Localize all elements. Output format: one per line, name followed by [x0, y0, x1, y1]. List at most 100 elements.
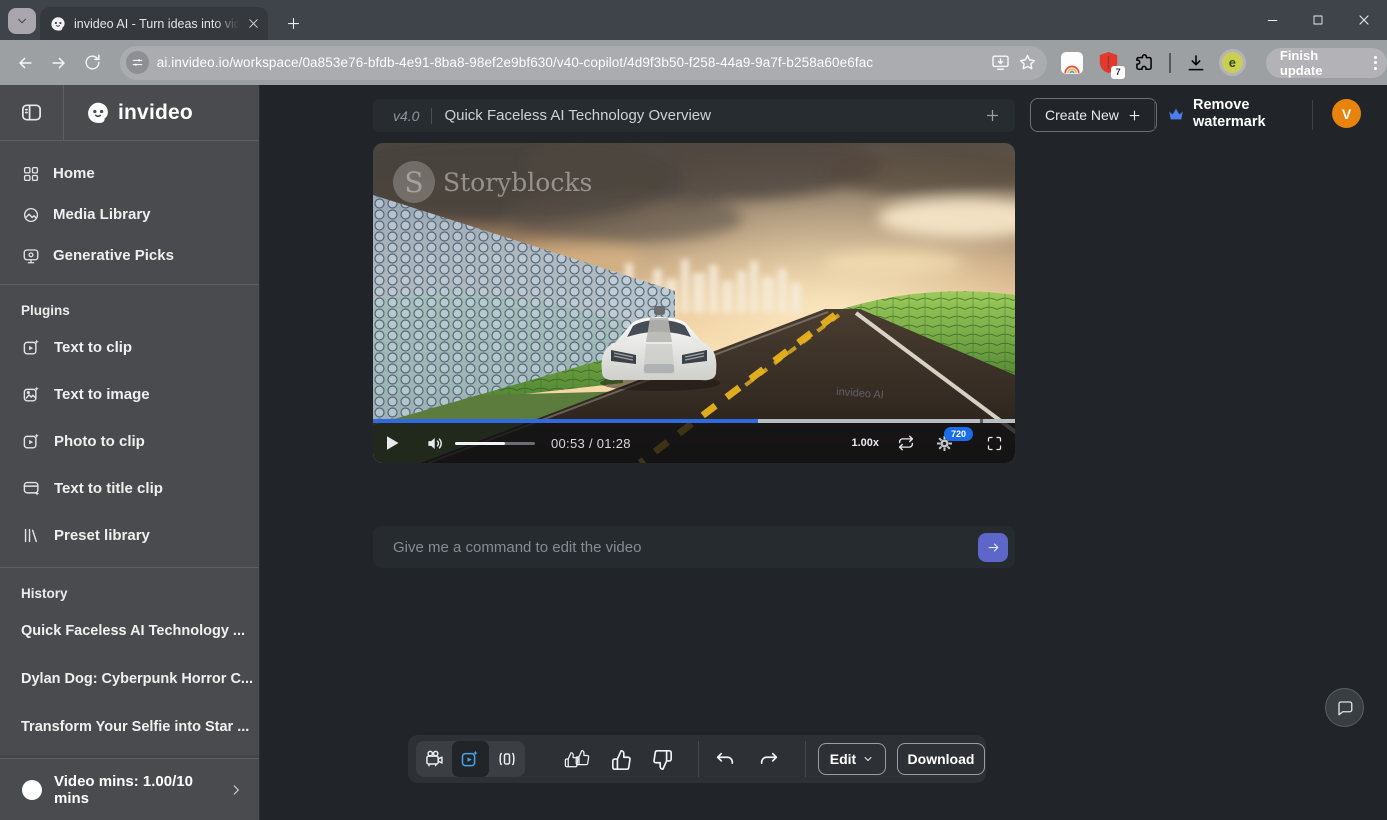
window-controls	[1249, 0, 1387, 40]
quality-settings-button[interactable]: 720	[935, 434, 954, 453]
photo-to-clip-icon	[22, 432, 41, 451]
address-bar[interactable]: ai.invideo.io/workspace/0a853e76-bfdb-4e…	[120, 46, 1048, 80]
browser-tab[interactable]: invideo AI - Turn ideas into vide	[40, 7, 268, 40]
undo-button[interactable]	[711, 746, 738, 773]
history-header: History	[0, 576, 259, 607]
new-tab-button[interactable]	[280, 10, 306, 36]
history-item[interactable]: Transform Your Selfie into Star ...	[0, 703, 259, 751]
chevron-down-icon	[15, 14, 29, 28]
install-app-icon[interactable]	[991, 53, 1010, 72]
sidebar-toggle-icon	[20, 101, 43, 124]
minimize-button[interactable]	[1249, 0, 1295, 40]
extensions-puzzle-icon[interactable]	[1131, 50, 1157, 76]
sidebar-item-home[interactable]: Home	[0, 153, 259, 194]
sidebar-divider	[0, 567, 259, 568]
support-chat-button[interactable]	[1325, 688, 1364, 727]
chevron-right-icon	[229, 783, 243, 797]
trim-mode-button[interactable]	[489, 741, 525, 777]
loop-icon[interactable]	[897, 434, 915, 452]
browser-toolbar: ai.invideo.io/workspace/0a853e76-bfdb-4e…	[0, 40, 1387, 85]
project-title-bar[interactable]: v4.0 Quick Faceless AI Technology Overvi…	[373, 99, 1015, 132]
remove-watermark-button[interactable]: Remove watermark	[1168, 97, 1266, 131]
download-button[interactable]: Download	[897, 743, 985, 775]
send-command-button[interactable]	[978, 533, 1008, 562]
play-button[interactable]	[385, 435, 400, 451]
tab-title: invideo AI - Turn ideas into vide	[74, 17, 239, 31]
adblock-shield-icon[interactable]: 7	[1095, 50, 1121, 76]
tab-close-icon[interactable]	[247, 17, 260, 30]
history-item[interactable]: Dylan Dog: Cyberpunk Horror C...	[0, 655, 259, 703]
camera-mode-button[interactable]	[416, 741, 452, 777]
redo-button[interactable]	[755, 746, 782, 773]
sidebar-item-text-to-clip[interactable]: Text to clip	[0, 324, 259, 371]
main-panel: v4.0 Quick Faceless AI Technology Overvi…	[260, 85, 1387, 820]
playback-speed-button[interactable]: 1.00x	[851, 437, 879, 449]
thumbs-up-button[interactable]	[608, 746, 635, 773]
forward-button[interactable]	[42, 46, 76, 80]
generative-picks-icon	[22, 247, 40, 265]
text-to-clip-icon	[22, 338, 41, 357]
volume-slider[interactable]	[455, 442, 535, 445]
add-title-icon[interactable]	[984, 107, 1001, 124]
invideo-favicon	[50, 16, 66, 32]
time-display: 00:53 / 01:28	[551, 436, 631, 451]
bookmark-star-icon[interactable]	[1018, 53, 1037, 72]
video-player[interactable]: S Storyblocks invideo AI	[373, 143, 1015, 463]
text-to-image-icon	[22, 385, 41, 404]
edit-button[interactable]: Edit	[818, 743, 886, 775]
reload-button[interactable]	[76, 46, 110, 80]
create-new-button[interactable]: Create New	[1030, 98, 1157, 132]
clip-mode-button-selected[interactable]	[452, 741, 488, 777]
double-thumbs-up-button[interactable]	[564, 746, 591, 773]
adblock-badge: 7	[1111, 66, 1125, 79]
sidebar-item-text-to-image[interactable]: Text to image	[0, 371, 259, 418]
command-input[interactable]	[393, 539, 978, 556]
finish-update-button[interactable]: Finish update	[1266, 48, 1387, 78]
browser-menu-icon[interactable]	[1370, 56, 1381, 70]
preset-library-icon	[22, 526, 41, 545]
quality-badge: 720	[944, 427, 973, 441]
invideo-logo[interactable]: invideo	[64, 101, 193, 125]
action-bar: Edit Download	[408, 735, 986, 783]
maximize-button[interactable]	[1295, 0, 1341, 40]
history-item[interactable]: Quick Faceless AI Technology ...	[0, 607, 259, 655]
version-label: v4.0	[393, 108, 419, 124]
project-title: Quick Faceless AI Technology Overview	[444, 107, 972, 124]
sidebar-collapse-button[interactable]	[0, 85, 64, 140]
undo-icon	[714, 749, 736, 771]
close-window-button[interactable]	[1341, 0, 1387, 40]
fullscreen-icon[interactable]	[986, 435, 1003, 452]
sidebar-item-media-library[interactable]: Media Library	[0, 194, 259, 235]
trim-icon	[497, 749, 517, 769]
redo-icon	[758, 749, 780, 771]
downloads-icon[interactable]	[1183, 50, 1209, 76]
mins-progress-circle	[22, 780, 42, 800]
chat-bubble-icon	[1336, 699, 1354, 717]
back-button[interactable]	[8, 46, 42, 80]
tab-strip: invideo AI - Turn ideas into vide	[0, 0, 1387, 40]
url-text: ai.invideo.io/workspace/0a853e76-bfdb-4e…	[157, 55, 984, 70]
video-progress-bar[interactable]	[373, 419, 1015, 423]
video-mins-button[interactable]: Video mins: 1.00/10 mins	[0, 758, 259, 820]
sidebar: invideo Home Media Library Generative Pi…	[0, 85, 260, 820]
tab-search-button[interactable]	[8, 8, 36, 34]
browser-profile-avatar[interactable]: e	[1219, 49, 1246, 76]
extensions-cluster: 7 e Finish update	[1059, 48, 1387, 78]
progress-marker	[980, 419, 983, 423]
weather-extension-icon[interactable]	[1059, 50, 1085, 76]
sidebar-item-preset-library[interactable]: Preset library	[0, 512, 259, 559]
account-avatar[interactable]: V	[1332, 99, 1361, 128]
play-sparkle-icon	[460, 749, 480, 769]
volume-icon[interactable]	[426, 434, 445, 453]
plus-icon	[1127, 108, 1142, 123]
view-mode-switcher	[416, 741, 525, 777]
site-info-icon[interactable]	[126, 51, 149, 74]
video-frame: S Storyblocks invideo AI	[373, 143, 1015, 463]
sidebar-item-text-to-title-clip[interactable]: Text to title clip	[0, 465, 259, 512]
double-thumbs-up-icon	[564, 748, 591, 772]
plugins-header: Plugins	[0, 293, 259, 324]
thumbs-down-button[interactable]	[648, 746, 675, 773]
sidebar-item-generative-picks[interactable]: Generative Picks	[0, 235, 259, 276]
sidebar-item-photo-to-clip[interactable]: Photo to clip	[0, 418, 259, 465]
volume-fill	[455, 442, 505, 445]
